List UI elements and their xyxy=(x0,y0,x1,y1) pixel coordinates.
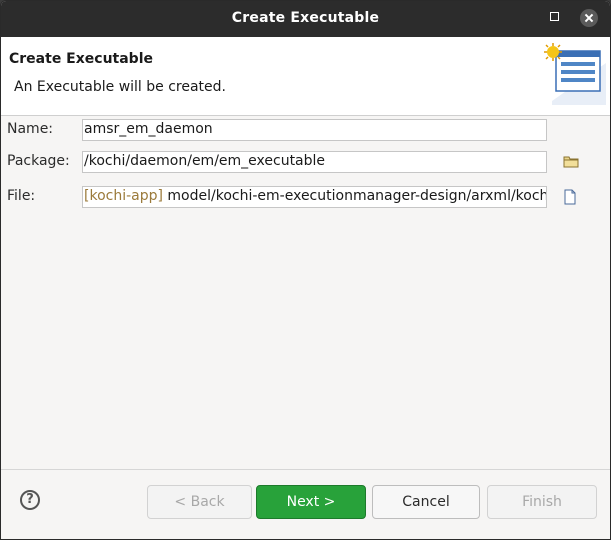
minimize-icon[interactable] xyxy=(550,12,559,21)
close-icon[interactable] xyxy=(580,9,598,27)
create-executable-dialog: Create Executable Create Executable An E… xyxy=(0,0,611,540)
wizard-header: Create Executable An Executable will be … xyxy=(1,37,610,116)
name-label: Name: xyxy=(7,121,54,137)
file-label: File: xyxy=(7,188,36,204)
wizard-banner-icon xyxy=(544,43,606,105)
footer-separator xyxy=(1,469,610,470)
help-button[interactable]: ? xyxy=(20,490,40,510)
folder-icon[interactable] xyxy=(563,154,579,168)
file-field[interactable]: [kochi-app] model/kochi-em-executionmana… xyxy=(82,186,547,208)
title-bar[interactable]: Create Executable xyxy=(1,1,610,37)
name-field[interactable]: amsr_em_daemon xyxy=(82,119,547,141)
file-path: model/kochi-em-executionmanager-design/a… xyxy=(162,188,547,204)
page-title: Create Executable xyxy=(9,51,153,67)
window-title: Create Executable xyxy=(231,10,380,26)
file-icon[interactable] xyxy=(563,189,577,205)
file-project-prefix: [kochi-app] xyxy=(84,188,163,204)
back-button[interactable]: < Back xyxy=(147,485,252,519)
cancel-button[interactable]: Cancel xyxy=(372,485,480,519)
finish-button[interactable]: Finish xyxy=(487,485,597,519)
package-label: Package: xyxy=(7,153,70,169)
page-description: An Executable will be created. xyxy=(14,79,226,95)
next-button[interactable]: Next > xyxy=(256,485,366,519)
package-field[interactable]: /kochi/daemon/em/em_executable xyxy=(82,151,547,173)
